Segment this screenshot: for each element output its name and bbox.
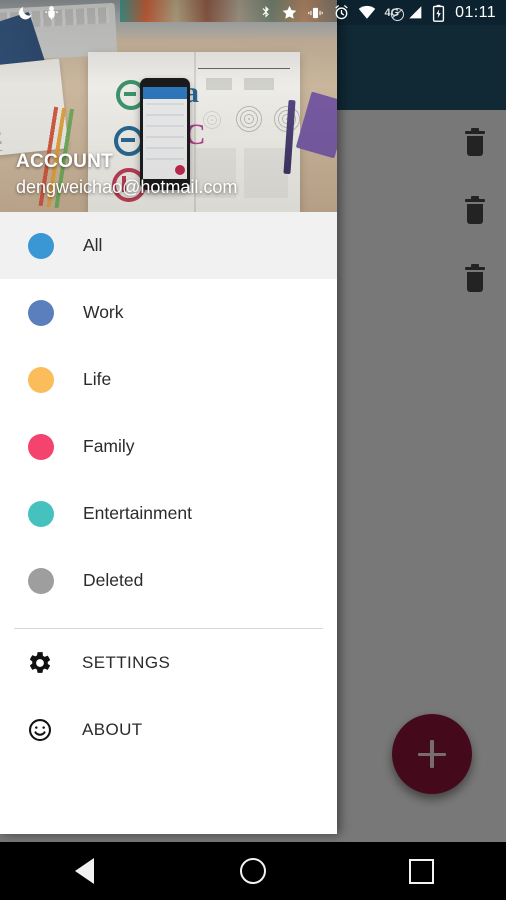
sidebar-item-family[interactable]: Family (0, 413, 337, 480)
sidebar-item-label: Life (83, 369, 112, 389)
drawer-header: C a I¥ C (0, 0, 337, 212)
account-block: ACCOUNT dengweichao@hotmail.com (16, 151, 237, 198)
sidebar-item-entertainment[interactable]: Entertainment (0, 480, 337, 547)
sidebar-item-deleted[interactable]: Deleted (0, 547, 337, 614)
home-circle-icon (239, 858, 266, 884)
sidebar-item-label: All (83, 235, 103, 255)
smiley-face-icon (25, 715, 55, 745)
gear-icon (25, 648, 55, 678)
category-color-dot (28, 366, 54, 393)
category-color-dot (28, 567, 54, 594)
sidebar-item-label: ABOUT (82, 719, 143, 739)
category-color-dot (28, 232, 54, 259)
sidebar-item-work[interactable]: Work (0, 279, 337, 346)
recents-square-icon (409, 858, 435, 884)
back-button[interactable] (49, 842, 119, 900)
system-navigation-bar (0, 842, 506, 900)
sidebar-item-label: Entertainment (83, 503, 192, 523)
recents-button[interactable] (387, 842, 457, 900)
home-button[interactable] (218, 842, 288, 900)
sidebar-item-settings[interactable]: SETTINGS (0, 629, 337, 696)
sidebar-item-label: SETTINGS (82, 652, 171, 672)
category-color-dot (28, 299, 54, 326)
page-title: ACCOUNT (16, 151, 114, 172)
sidebar-item-label: Family (83, 436, 135, 456)
sidebar-item-life[interactable]: Life (0, 346, 337, 413)
drawer-category-list: All Work Life Family Entertainment Delet (0, 212, 337, 614)
sidebar-item-all[interactable]: All (0, 212, 337, 279)
account-email: dengweichao@hotmail.com (16, 177, 238, 197)
sidebar-item-about[interactable]: ABOUT (0, 696, 337, 763)
sidebar-item-label: Work (83, 302, 124, 322)
back-triangle-icon (74, 858, 94, 884)
phone-screen: 的 bug (0, 0, 506, 900)
navigation-drawer: C a I¥ C (0, 0, 337, 834)
sidebar-item-label: Deleted (83, 570, 144, 590)
category-color-dot (28, 433, 54, 460)
category-color-dot (28, 500, 54, 527)
